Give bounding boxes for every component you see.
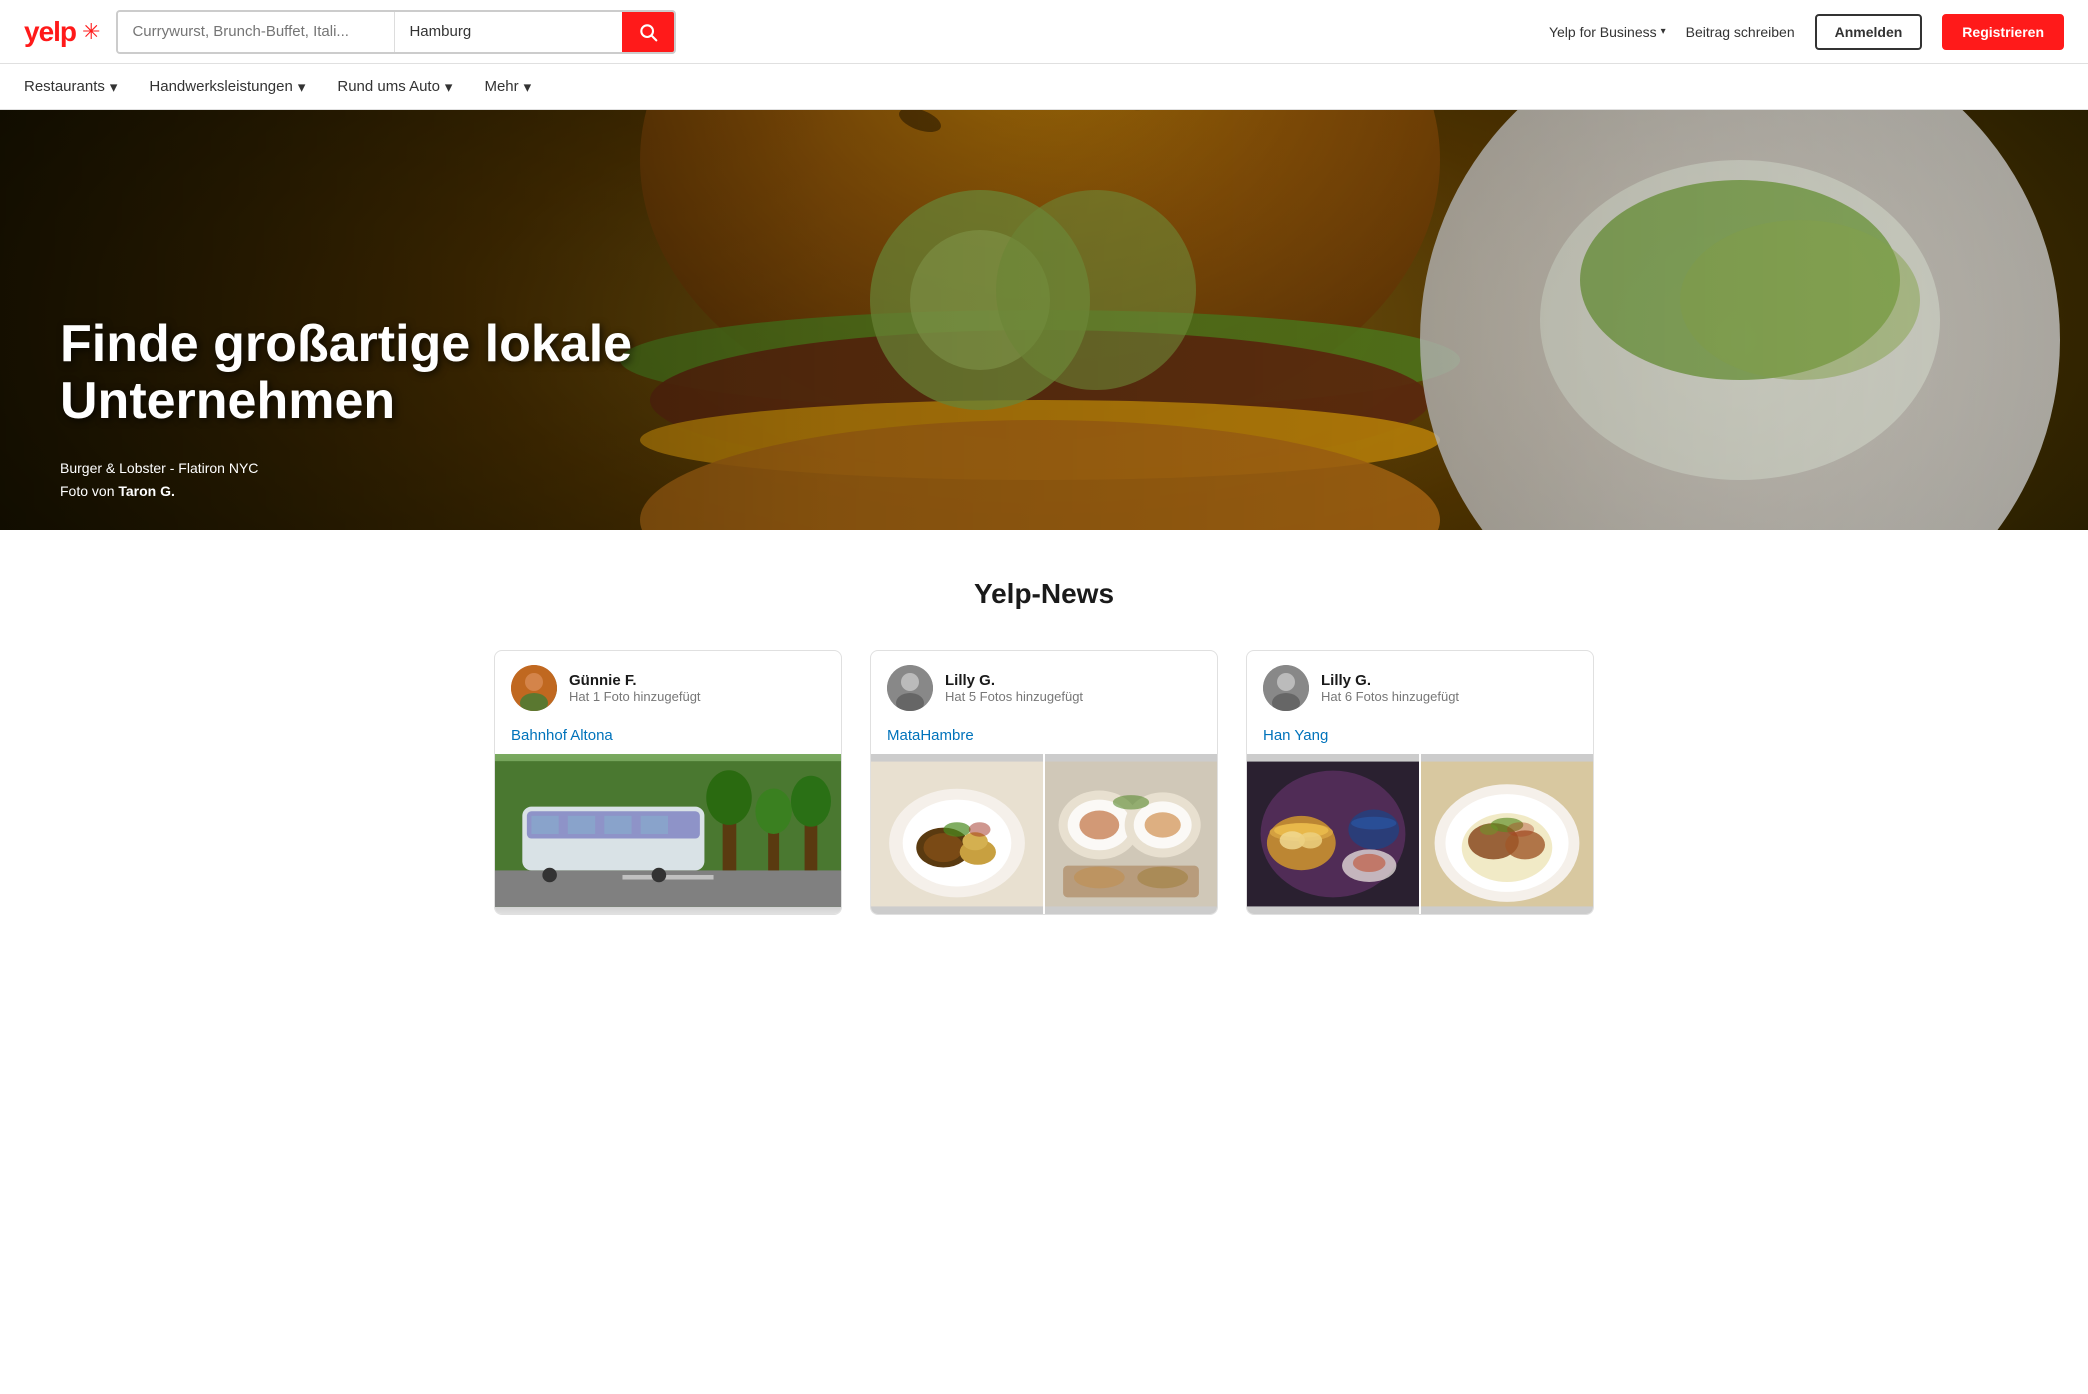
hero-title: Finde großartige lokale Unternehmen	[60, 316, 760, 430]
logo-text: yelp	[24, 16, 76, 48]
business-link[interactable]: Bahnhof Altona	[495, 725, 841, 754]
chevron-down-icon: ▾	[524, 78, 532, 96]
avatar	[511, 665, 557, 711]
card-header: Lilly G. Hat 5 Fotos hinzugefügt	[871, 651, 1217, 725]
yelp-for-business-label: Yelp for Business	[1549, 24, 1657, 40]
avatar-image	[887, 665, 933, 711]
site-header: yelp ✳ Yelp for Business ▾ Beitrag schre…	[0, 0, 2088, 64]
hero-caption-photo-credit: Foto von Taron G.	[60, 480, 258, 502]
nav-item-restaurants[interactable]: Restaurants ▾	[24, 78, 117, 96]
chevron-down-icon: ▾	[1661, 26, 1666, 37]
user-info: Lilly G. Hat 6 Fotos hinzugefügt	[1321, 672, 1459, 704]
news-images	[871, 754, 1217, 914]
food-image-1	[871, 754, 1043, 914]
news-card: Lilly G. Hat 6 Fotos hinzugefügt Han Yan…	[1246, 650, 1594, 915]
chevron-down-icon: ▾	[110, 78, 118, 96]
user-action: Hat 5 Fotos hinzugefügt	[945, 689, 1083, 704]
search-bar	[116, 10, 676, 54]
anmelden-button[interactable]: Anmelden	[1815, 14, 1923, 50]
card-header: Lilly G. Hat 6 Fotos hinzugefügt	[1247, 651, 1593, 725]
user-action: Hat 1 Foto hinzugefügt	[569, 689, 701, 704]
header-nav: Yelp for Business ▾ Beitrag schreiben An…	[1549, 14, 2064, 50]
sub-nav: Restaurants ▾ Handwerksleistungen ▾ Rund…	[0, 64, 2088, 110]
train-image	[495, 754, 841, 914]
avatar	[887, 665, 933, 711]
asian-food-image-2	[1421, 754, 1593, 914]
hero-caption-business: Burger & Lobster - Flatiron NYC	[60, 457, 258, 479]
news-image	[871, 754, 1043, 914]
yelp-for-business-link[interactable]: Yelp for Business ▾	[1549, 24, 1666, 40]
search-button[interactable]	[622, 12, 674, 52]
user-name: Lilly G.	[1321, 672, 1459, 689]
user-name: Günnie F.	[569, 672, 701, 689]
avatar-image	[511, 665, 557, 711]
news-card: Günnie F. Hat 1 Foto hinzugefügt Bahnhof…	[494, 650, 842, 915]
user-info: Günnie F. Hat 1 Foto hinzugefügt	[569, 672, 701, 704]
main-content: Yelp-News Günnie F. Hat 1 Foto hinzugefü…	[0, 530, 2088, 963]
news-image	[1045, 754, 1217, 914]
logo-burst-icon: ✳	[82, 19, 100, 45]
news-image	[1247, 754, 1419, 914]
business-link[interactable]: Han Yang	[1247, 725, 1593, 754]
asian-food-image-1	[1247, 754, 1419, 914]
news-card: Lilly G. Hat 5 Fotos hinzugefügt MataHam…	[870, 650, 1218, 915]
news-image	[1421, 754, 1593, 914]
avatar-image	[1263, 665, 1309, 711]
beitrag-schreiben-link[interactable]: Beitrag schreiben	[1686, 24, 1795, 40]
nav-item-rund-ums-auto[interactable]: Rund ums Auto ▾	[337, 78, 452, 96]
hero-section: Finde großartige lokale Unternehmen Burg…	[0, 110, 2088, 530]
news-images	[495, 754, 841, 914]
hero-caption: Burger & Lobster - Flatiron NYC Foto von…	[60, 457, 258, 502]
user-action: Hat 6 Fotos hinzugefügt	[1321, 689, 1459, 704]
news-grid: Günnie F. Hat 1 Foto hinzugefügt Bahnhof…	[494, 650, 1594, 915]
logo[interactable]: yelp ✳	[24, 16, 100, 48]
chevron-down-icon: ▾	[445, 78, 453, 96]
chevron-down-icon: ▾	[298, 78, 306, 96]
section-title: Yelp-News	[24, 578, 2064, 610]
nav-item-handwerksleistungen[interactable]: Handwerksleistungen ▾	[149, 78, 305, 96]
avatar	[1263, 665, 1309, 711]
nav-item-mehr[interactable]: Mehr ▾	[484, 78, 531, 96]
search-what-input[interactable]	[118, 12, 395, 52]
search-where-input[interactable]	[395, 12, 622, 52]
search-icon	[638, 22, 658, 42]
user-name: Lilly G.	[945, 672, 1083, 689]
registrieren-button[interactable]: Registrieren	[1942, 14, 2064, 50]
user-info: Lilly G. Hat 5 Fotos hinzugefügt	[945, 672, 1083, 704]
news-image	[495, 754, 841, 914]
business-link[interactable]: MataHambre	[871, 725, 1217, 754]
news-images	[1247, 754, 1593, 914]
food-image-2	[1045, 754, 1217, 914]
card-header: Günnie F. Hat 1 Foto hinzugefügt	[495, 651, 841, 725]
